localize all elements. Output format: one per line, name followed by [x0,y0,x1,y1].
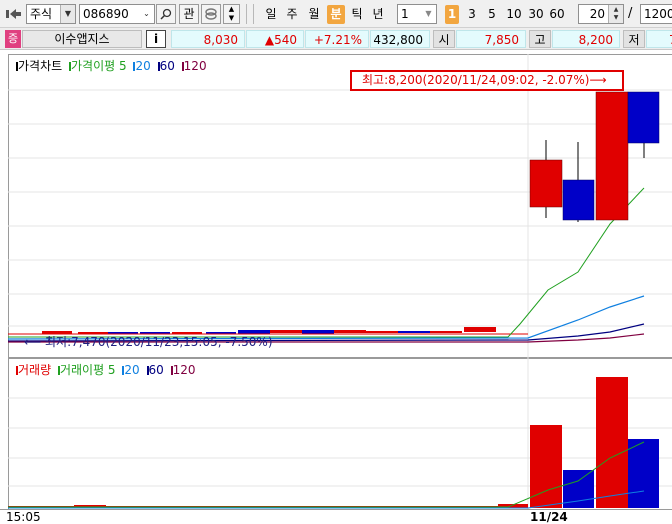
candle [464,327,496,332]
legend-ma5: 가격이평 5 [71,59,127,73]
chevron-down-icon[interactable]: ⌄ [139,5,154,23]
change-rate: +7.21% [305,30,369,48]
scroll-stepper[interactable]: ▲ ▼ [223,4,240,24]
high-label: 고 [529,30,551,48]
chevron-down-icon[interactable]: ▼ [60,5,75,23]
market-type-value: 주식 [30,7,53,21]
time-axis-start-label: 15:05 [6,510,41,524]
price-chart-legend: 가격차트 가격이평 5 20 60 120 [16,57,207,74]
trading-volume: 432,800 [370,30,430,48]
candle [366,331,398,333]
market-type-select[interactable]: 주식 ▼ [26,4,76,24]
candle [627,91,660,144]
volume-chart-legend: 거래량 거래이평 5 20 60 120 [16,361,196,378]
legend-ma120: 120 [183,59,207,73]
high-price: 8,200 [552,30,620,48]
legend-volume-ma5: 거래이평 5 [59,363,116,377]
candle [562,179,595,221]
stock-info-bar: 증 이수앱지스 i 8,030 ▲540 +7.21% 432,800 시 7,… [0,28,672,50]
today-candles [529,91,660,222]
candle [334,330,366,333]
current-price: 8,030 [171,30,245,48]
chevron-down-icon[interactable]: ▼ [421,5,436,23]
open-price: 7,850 [456,30,526,48]
interval-value: 1 [401,7,409,21]
candle [529,159,563,208]
chart-toolbar: 주식 ▼ 086890 ⌄ 관 ▲ ▼ 일 주 월 분 틱 년 1 ▼ 1 3 … [0,0,672,28]
legend-price-title: 가격차트 [18,59,63,73]
stock-code-input[interactable]: 086890 ⌄ [79,4,155,24]
chevron-up-icon[interactable]: ▲ [224,5,239,14]
period-tab-month[interactable]: 월 [305,5,323,24]
market-badge: 증 [5,30,21,48]
legend-volume-ma120: 120 [172,363,196,377]
volume-chart-canvas[interactable] [8,358,672,510]
volume-bar [596,377,628,508]
today-volume-bars [530,377,659,508]
low-price-annotation: ⟵ 최저:7,470(2020/11/23,15:05, -7.50%) [24,335,273,349]
quick-interval-30[interactable]: 30 [527,5,545,24]
period-tab-day[interactable]: 일 [262,5,280,24]
volume-bar [628,439,659,508]
stock-name[interactable]: 이수앱지스 [22,30,142,48]
total-count-value: 1200 [644,7,672,21]
toolbar-separator [253,4,254,24]
legend-volume-ma60: 60 [148,363,164,377]
period-tab-year[interactable]: 년 [369,5,387,24]
time-axis: 15:05 11/24 [0,509,672,524]
search-button[interactable] [156,4,176,24]
high-price-annotation: 최고:8,200(2020/11/24,09:02, -2.07%)⟶ [350,70,624,91]
toolbar-separator [246,4,247,24]
chevron-up-icon[interactable]: ▲ [609,6,623,14]
legend-volume-ma20: 20 [124,363,140,377]
link-icon [205,8,217,20]
low-price: 7 [646,30,672,48]
period-tab-minute[interactable]: 분 [327,5,345,24]
quick-interval-5[interactable]: 5 [485,5,499,24]
ma5-line [8,187,645,338]
candle [270,330,302,333]
stock-code-value: 086890 [83,7,129,21]
chevron-down-icon[interactable]: ▼ [224,14,239,23]
low-label: 저 [623,30,645,48]
open-label: 시 [433,30,455,48]
quick-interval-1[interactable]: 1 [445,5,459,24]
quick-interval-60[interactable]: 60 [548,5,566,24]
count-spin-buttons[interactable]: ▲ ▼ [608,5,623,23]
count-separator: / [628,6,633,21]
chart-menu-icon[interactable] [6,7,22,21]
legend-ma20: 20 [135,59,151,73]
time-axis-date-label: 11/24 [530,510,568,524]
quick-interval-10[interactable]: 10 [505,5,523,24]
candle [595,91,629,221]
candle [398,331,430,333]
legend-volume-title: 거래량 [18,363,52,377]
quick-interval-3[interactable]: 3 [465,5,479,24]
stock-info-button[interactable]: i [146,30,166,48]
link-button[interactable] [201,4,221,24]
search-icon [160,8,172,20]
period-tab-tick[interactable]: 틱 [348,5,366,24]
period-tab-week[interactable]: 주 [283,5,301,24]
watchlist-button[interactable]: 관 [179,4,199,24]
price-change: ▲540 [246,30,304,48]
candle [430,331,462,333]
count-stepper[interactable]: 20 ▲ ▼ [578,4,624,24]
legend-ma60: 60 [159,59,175,73]
total-count-input[interactable]: 1200 [640,4,672,24]
candle [302,330,334,334]
chevron-down-icon[interactable]: ▼ [609,14,623,22]
count-value: 20 [589,7,605,21]
price-chart-canvas[interactable] [8,54,672,358]
interval-select[interactable]: 1 ▼ [397,4,437,24]
